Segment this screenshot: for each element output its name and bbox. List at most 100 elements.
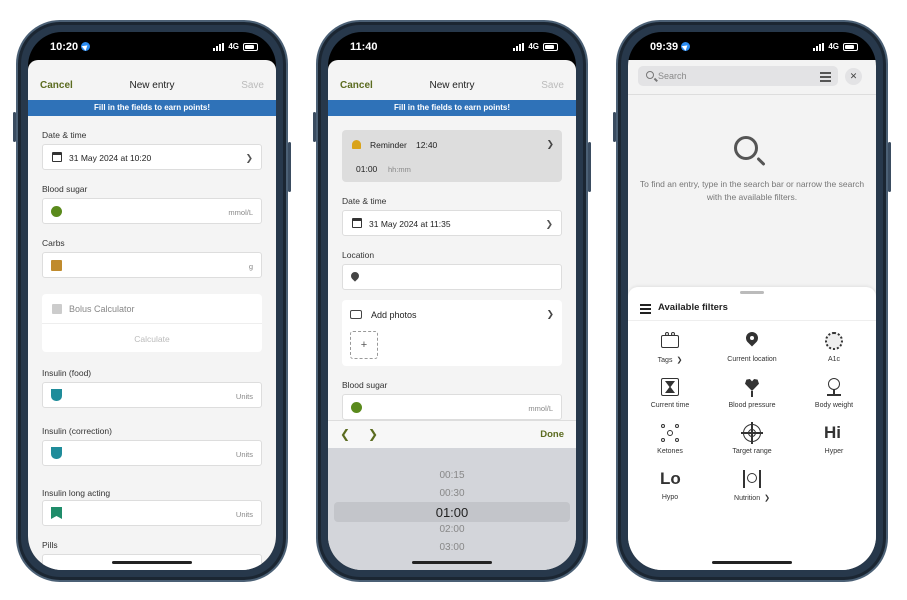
- calendar-icon: [52, 152, 62, 162]
- insulin-long-input[interactable]: Units: [42, 500, 262, 526]
- status-bar: 09:39 4G: [628, 32, 876, 66]
- nav-bar: Cancel New entry Save: [28, 68, 276, 104]
- new-entry-sheet: Cancel New entry Save Fill in the fields…: [328, 60, 576, 570]
- location-arrow-icon: [681, 42, 691, 51]
- filter-label: A1c: [794, 356, 874, 363]
- filter-label-text: Target range: [732, 448, 772, 455]
- blood-sugar-input[interactable]: mmol/L: [342, 394, 562, 420]
- reminder-card[interactable]: Reminder 12:40 ❯ 01:00 hh:mm: [342, 130, 562, 182]
- location-pin-icon: [742, 329, 762, 351]
- date-time-label: Date & time: [42, 130, 87, 140]
- filter-nutrition[interactable]: Nutrition ❯: [712, 469, 792, 502]
- phone-2-side-button: [313, 112, 316, 142]
- filter-hypo[interactable]: Lo Hypo: [630, 469, 710, 501]
- picker-option-selected[interactable]: 01:00: [328, 505, 576, 520]
- chevron-right-icon: ❯: [676, 357, 683, 364]
- filter-label-text: Ketones: [657, 448, 683, 455]
- add-photo-button[interactable]: +: [350, 331, 378, 359]
- chevron-right-icon: ❯: [546, 139, 554, 149]
- filter-label-text: Current location: [727, 356, 777, 363]
- insulin-icon: [51, 447, 62, 459]
- ketones-icon: [660, 423, 680, 443]
- insulin-long-label: Insulin long acting: [42, 488, 111, 498]
- insulin-food-input[interactable]: Units: [42, 382, 262, 408]
- picker-option[interactable]: 03:00: [328, 542, 576, 553]
- points-banner: Fill in the fields to earn points!: [28, 100, 276, 116]
- duration-picker[interactable]: 00:15 00:30 01:00 02:00 03:00: [328, 448, 576, 570]
- bolus-calculator-label: Bolus Calculator: [69, 304, 135, 314]
- filter-ketones[interactable]: Ketones: [630, 423, 710, 455]
- filter-current-time[interactable]: Current time: [630, 377, 710, 409]
- filter-label: Tags ❯: [630, 356, 710, 364]
- network-type: 4G: [228, 42, 239, 51]
- date-time-value: 31 May 2024 at 11:35: [369, 219, 451, 229]
- filter-hyper[interactable]: Hi Hyper: [794, 423, 874, 455]
- blood-sugar-label: Blood sugar: [342, 380, 388, 390]
- location-field[interactable]: [342, 264, 562, 290]
- hyper-icon: Hi: [824, 423, 841, 442]
- filter-a1c[interactable]: A1c: [794, 331, 874, 363]
- points-banner: Fill in the fields to earn points!: [328, 100, 576, 116]
- blood-sugar-unit: mmol/L: [528, 404, 553, 413]
- sheet-handle[interactable]: [740, 291, 764, 294]
- picker-option[interactable]: 02:00: [328, 524, 576, 535]
- chevron-left-icon[interactable]: ❮: [340, 427, 350, 441]
- network-type: 4G: [528, 42, 539, 51]
- bolus-calculator-row[interactable]: Bolus Calculator: [42, 294, 262, 324]
- blood-sugar-unit: mmol/L: [228, 208, 253, 217]
- page-title: New entry: [429, 80, 475, 91]
- save-button[interactable]: Save: [541, 80, 564, 91]
- save-button[interactable]: Save: [241, 80, 264, 91]
- units-label: Units: [235, 510, 253, 519]
- empty-state-text: To find an entry, type in the search bar…: [639, 179, 865, 202]
- date-time-value: 31 May 2024 at 10:20: [69, 153, 152, 163]
- filter-target-range[interactable]: Target range: [712, 422, 792, 455]
- picker-option[interactable]: 00:30: [328, 488, 576, 499]
- carbs-label: Carbs: [42, 238, 65, 248]
- chevron-right-icon: ❯: [546, 309, 554, 319]
- phone-1: 10:20 4G Cancel New entry Save Fill in t…: [13, 20, 291, 582]
- phone-3-screen: 09:39 4G ✕ To find an entry, type in the…: [628, 32, 876, 570]
- picker-option[interactable]: 00:15: [328, 470, 576, 481]
- blood-sugar-input[interactable]: mmol/L: [42, 198, 262, 224]
- filter-current-location[interactable]: Current location: [712, 329, 792, 363]
- reminder-duration[interactable]: 01:00: [356, 164, 377, 174]
- carbs-input[interactable]: g: [42, 252, 262, 278]
- new-entry-sheet: Cancel New entry Save Fill in the fields…: [28, 60, 276, 570]
- filter-label-text: Nutrition: [734, 495, 761, 502]
- battery-icon: [843, 42, 858, 51]
- divider: [628, 94, 876, 95]
- add-photos-label[interactable]: Add photos: [371, 310, 417, 320]
- date-time-field[interactable]: 31 May 2024 at 11:35 ❯: [342, 210, 562, 236]
- filter-label-text: Body weight: [814, 402, 854, 409]
- home-indicator[interactable]: [112, 561, 192, 564]
- done-button[interactable]: Done: [540, 429, 564, 440]
- phone-2-side-button: [588, 142, 591, 192]
- home-indicator[interactable]: [712, 561, 792, 564]
- date-time-label: Date & time: [342, 196, 387, 206]
- status-indicators: 4G: [213, 42, 258, 51]
- phone-1-side-button: [13, 112, 16, 142]
- calculate-button[interactable]: Calculate: [42, 334, 262, 344]
- filter-tags[interactable]: Tags ❯: [630, 331, 710, 364]
- insulin-food-label: Insulin (food): [42, 368, 92, 378]
- filter-blood-pressure[interactable]: Blood pressure: [712, 377, 792, 409]
- location-pin-icon: [349, 270, 361, 282]
- phone-3-side-button: [888, 142, 891, 192]
- close-button[interactable]: ✕: [845, 68, 862, 85]
- available-filters-sheet: Available filters Tags ❯ Current location A…: [628, 287, 876, 570]
- filter-label: Hypo: [630, 494, 710, 501]
- chevron-right-icon: ❯: [245, 153, 253, 163]
- search-input[interactable]: [658, 69, 808, 83]
- phone-2-screen: 11:40 4G Cancel New entry Save Fill in t…: [328, 32, 576, 570]
- filter-body-weight[interactable]: Body weight: [794, 377, 874, 409]
- insulin-correction-input[interactable]: Units: [42, 440, 262, 466]
- filter-label-text: Blood pressure: [728, 402, 776, 409]
- a1c-icon: [824, 331, 844, 351]
- chevron-right-icon[interactable]: ❯: [368, 427, 378, 441]
- filter-label: Hyper: [794, 448, 874, 455]
- filter-sliders-icon[interactable]: [820, 71, 831, 82]
- date-time-field[interactable]: 31 May 2024 at 10:20 ❯: [42, 144, 262, 170]
- home-indicator[interactable]: [412, 561, 492, 564]
- signal-icon: [813, 42, 825, 51]
